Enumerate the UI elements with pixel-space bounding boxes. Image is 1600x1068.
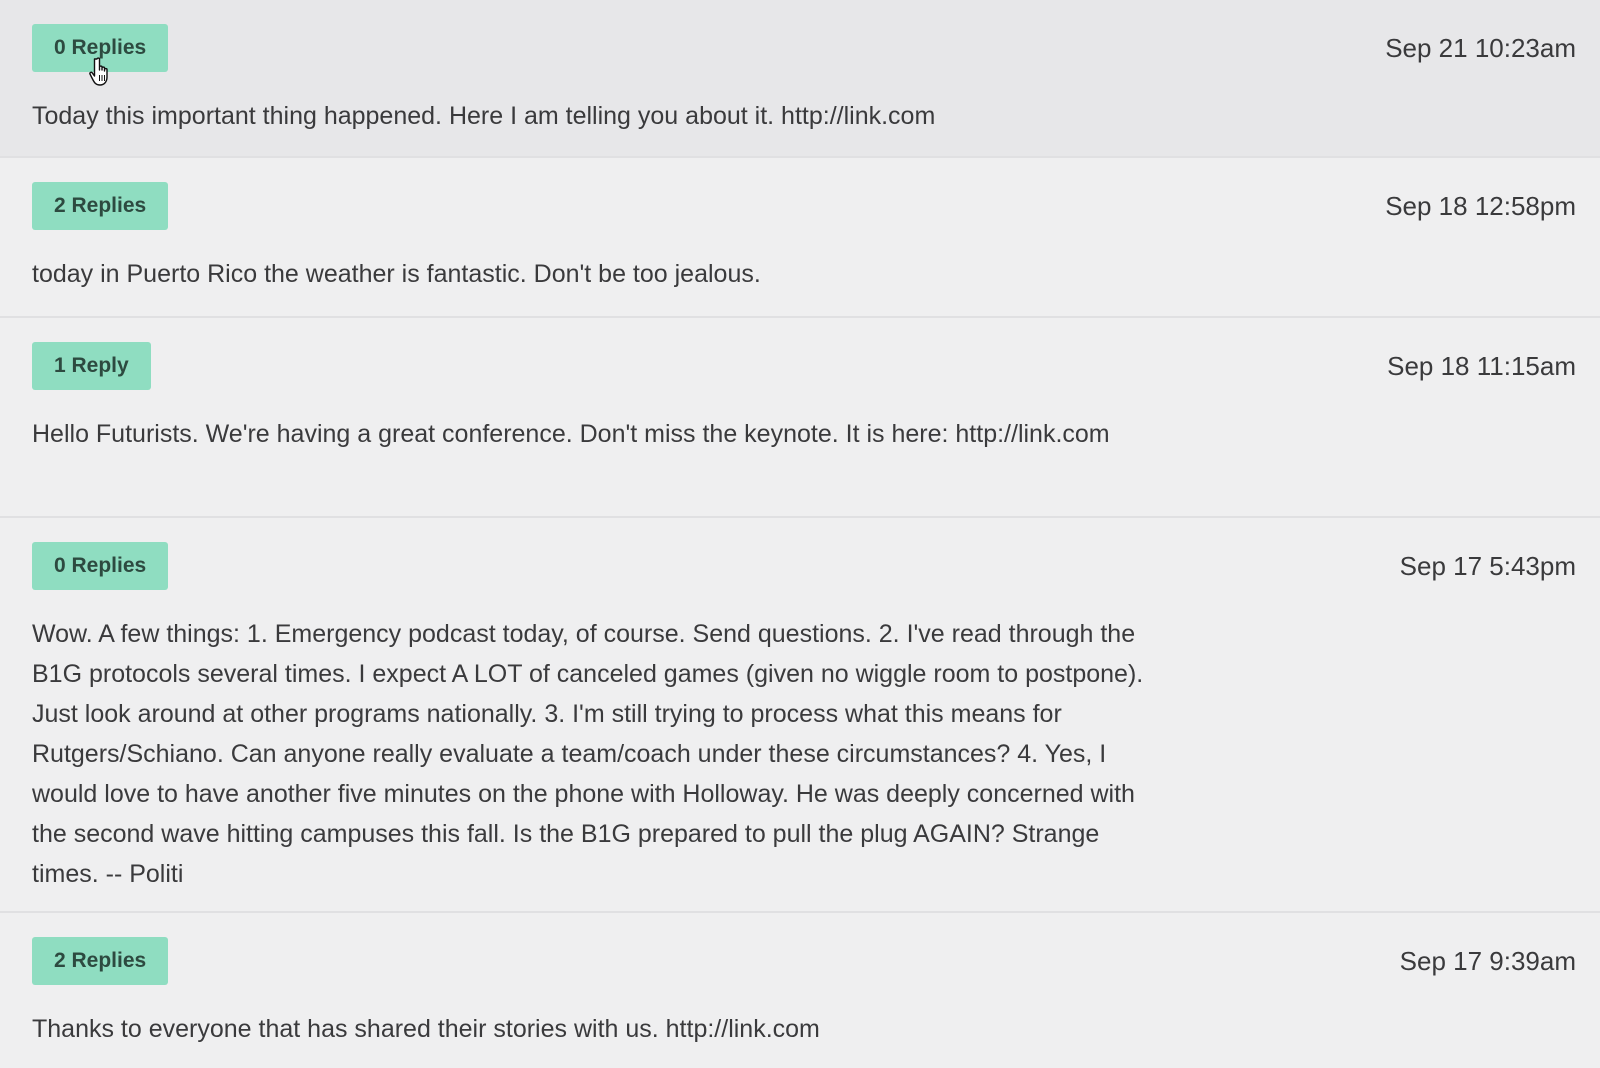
replies-button[interactable]: 0 Replies bbox=[32, 542, 169, 590]
post-timestamp: Sep 17 5:43pm bbox=[1399, 551, 1576, 581]
replies-button[interactable]: 2 Replies bbox=[32, 937, 169, 985]
post-text: today in Puerto Rico the weather is fant… bbox=[32, 260, 761, 288]
post-text: Today this important thing happened. Her… bbox=[32, 102, 936, 130]
post-text: Wow. A few things: 1. Emergency podcast … bbox=[32, 620, 1144, 888]
post-item: 0 Replies Sep 17 5:43pm Wow. A few thing… bbox=[0, 518, 1600, 913]
post-text: Hello Futurists. We're having a great co… bbox=[32, 420, 1110, 448]
replies-button[interactable]: 0 Replies bbox=[32, 24, 169, 72]
replies-button[interactable]: 1 Reply bbox=[32, 342, 151, 390]
post-item: 0 Replies Sep 21 10:23am Today this impo… bbox=[0, 0, 1600, 158]
replies-button[interactable]: 2 Replies bbox=[32, 182, 169, 230]
post-feed: 0 Replies Sep 21 10:23am Today this impo… bbox=[0, 0, 1600, 1068]
post-text: Thanks to everyone that has shared their… bbox=[32, 1015, 820, 1043]
post-item: 2 Replies Sep 18 12:58pm today in Puerto… bbox=[0, 158, 1600, 318]
post-item: 2 Replies Sep 17 9:39am Thanks to everyo… bbox=[0, 913, 1600, 1068]
post-timestamp: Sep 17 9:39am bbox=[1399, 946, 1576, 976]
post-item: 1 Reply Sep 18 11:15am Hello Futurists. … bbox=[0, 318, 1600, 518]
post-timestamp: Sep 21 10:23am bbox=[1385, 33, 1576, 63]
post-timestamp: Sep 18 12:58pm bbox=[1385, 191, 1576, 221]
post-timestamp: Sep 18 11:15am bbox=[1387, 351, 1576, 381]
